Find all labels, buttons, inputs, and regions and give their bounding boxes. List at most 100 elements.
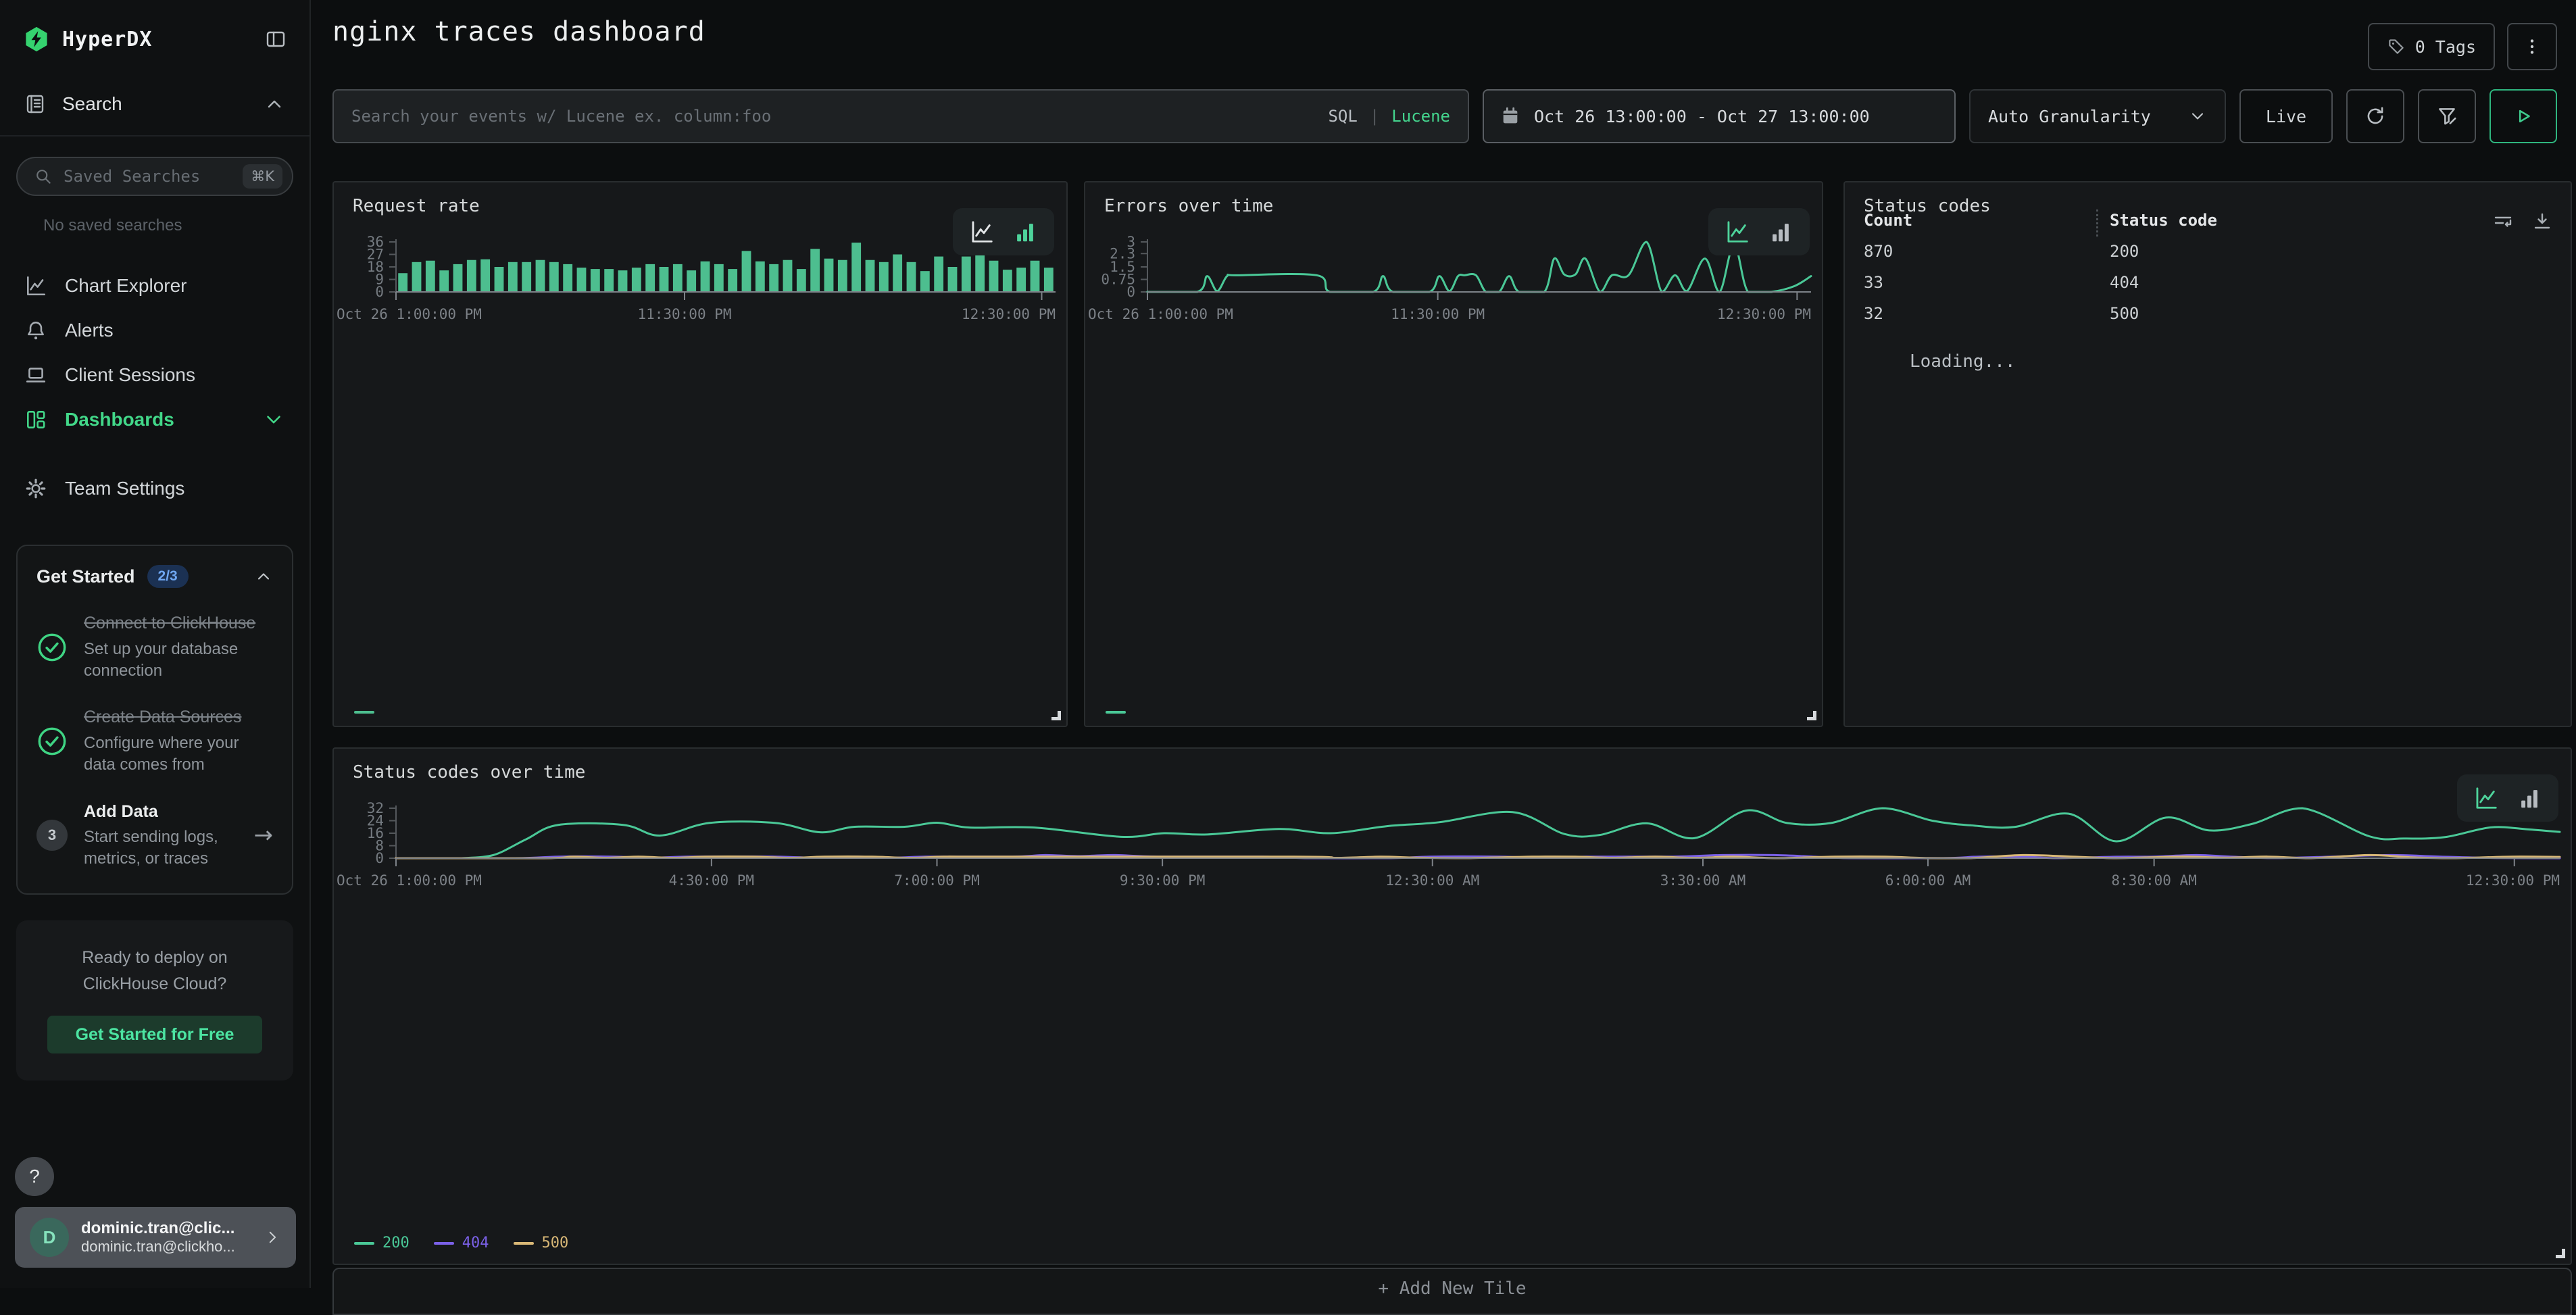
- user-account-button[interactable]: D dominic.tran@clic... dominic.tran@clic…: [15, 1207, 296, 1268]
- sidebar-item-chart-explorer[interactable]: Chart Explorer: [0, 264, 309, 308]
- line-chart-icon[interactable]: [2473, 785, 2499, 811]
- sidebar-collapse-icon[interactable]: [265, 28, 287, 50]
- sidebar-item-search[interactable]: Search: [0, 74, 309, 137]
- column-header-count[interactable]: Count: [1864, 211, 1912, 230]
- panel-resize-handle[interactable]: [1051, 711, 1061, 720]
- arrow-right-icon[interactable]: →: [254, 822, 274, 849]
- column-header-status-code[interactable]: Status code: [2110, 211, 2217, 230]
- time-range-picker[interactable]: Oct 26 13:00:00 - Oct 27 13:00:00: [1483, 89, 1956, 143]
- step-title: Connect to ClickHouse: [84, 614, 255, 632]
- legend-swatch: [434, 1242, 454, 1245]
- sidebar-item-label: Chart Explorer: [65, 275, 187, 297]
- chevron-down-icon: [262, 408, 285, 431]
- user-name: dominic.tran@clic...: [81, 1219, 234, 1237]
- status-code-cell: 500: [2110, 304, 2139, 323]
- filter-button[interactable]: [2418, 89, 2476, 143]
- panel-resize-handle[interactable]: [1807, 711, 1816, 720]
- app-title: HyperDX: [62, 28, 265, 51]
- legend-swatch: [354, 711, 374, 714]
- chart-legend: [1106, 711, 1126, 714]
- lucene-toggle[interactable]: Lucene: [1391, 107, 1450, 126]
- svg-text:3:30:00 AM: 3:30:00 AM: [1660, 872, 1745, 889]
- legend-entry[interactable]: [354, 711, 374, 714]
- legend-entry[interactable]: 200: [354, 1235, 410, 1251]
- event-search-field[interactable]: [351, 107, 1316, 126]
- sidebar-item-client-sessions[interactable]: Client Sessions: [0, 353, 309, 397]
- step-number-badge: 3: [36, 820, 68, 851]
- panel-resize-handle[interactable]: [2556, 1249, 2565, 1258]
- tag-icon: [2387, 37, 2406, 56]
- bar-chart-icon[interactable]: [1012, 219, 1038, 245]
- chart-legend: [354, 711, 374, 714]
- user-email: dominic.tran@clickho...: [81, 1238, 235, 1255]
- sidebar-header: HyperDX: [0, 0, 309, 74]
- legend-label: 500: [542, 1235, 569, 1251]
- hyperdx-logo-icon: [23, 26, 50, 53]
- svg-text:8:30:00 AM: 8:30:00 AM: [2111, 872, 2196, 889]
- step-description: Configure where your data comes from: [84, 733, 273, 776]
- sidebar-item-team-settings[interactable]: Team Settings: [0, 466, 309, 511]
- svg-text:12:30:00 PM: 12:30:00 PM: [2466, 872, 2560, 889]
- saved-searches-input[interactable]: ⌘K: [16, 157, 293, 196]
- request-rate-panel: Request rate 36271890Oct 26 1:00:00 PM11…: [332, 181, 1068, 727]
- bell-icon: [24, 319, 47, 342]
- get-started-step-1: Connect to ClickHouse Set up your databa…: [36, 612, 273, 682]
- event-search-input[interactable]: SQL | Lucene: [332, 89, 1469, 143]
- svg-text:9:30:00 PM: 9:30:00 PM: [1120, 872, 1205, 889]
- line-chart-icon[interactable]: [969, 219, 995, 245]
- live-button[interactable]: Live: [2239, 89, 2333, 143]
- sql-toggle[interactable]: SQL: [1328, 107, 1357, 126]
- get-started-free-button[interactable]: Get Started for Free: [47, 1016, 262, 1053]
- status-codes-over-time-panel: Status codes over time 32241680Oct 26 1:…: [332, 747, 2572, 1265]
- refresh-icon: [2364, 105, 2387, 128]
- chevron-up-icon[interactable]: [264, 93, 285, 115]
- search-section-label: Search: [62, 93, 247, 115]
- laptop-icon: [24, 364, 47, 387]
- svg-text:0: 0: [1126, 284, 1135, 300]
- avatar: D: [30, 1218, 69, 1257]
- dashboard-menu-button[interactable]: [2507, 23, 2557, 70]
- sidebar-item-alerts[interactable]: Alerts: [0, 308, 309, 353]
- search-icon: [34, 167, 53, 186]
- shortcut-badge: ⌘K: [243, 164, 282, 189]
- legend-swatch: [354, 1242, 374, 1245]
- bar-chart-icon[interactable]: [2517, 785, 2542, 811]
- wrap-lines-icon[interactable]: [2492, 211, 2514, 232]
- main-content: nginx traces dashboard 0 Tags SQL | Luce…: [312, 0, 2576, 1288]
- run-query-button[interactable]: [2490, 89, 2557, 143]
- step-title: Create Data Sources: [84, 708, 241, 726]
- svg-text:12:30:00 PM: 12:30:00 PM: [962, 306, 1056, 322]
- step-title: Add Data: [84, 802, 158, 821]
- refresh-button[interactable]: [2346, 89, 2404, 143]
- download-icon[interactable]: [2531, 211, 2553, 232]
- column-resize-handle[interactable]: [2096, 209, 2098, 237]
- chevron-up-icon[interactable]: [254, 567, 273, 586]
- sidebar-item-dashboards[interactable]: Dashboards: [0, 397, 309, 442]
- chevron-down-icon: [2188, 107, 2207, 126]
- chart-legend: 200 404 500: [354, 1235, 568, 1251]
- legend-entry[interactable]: 404: [434, 1235, 489, 1251]
- legend-entry[interactable]: 500: [514, 1235, 569, 1251]
- bar-chart-icon[interactable]: [1768, 219, 1793, 245]
- errors-over-time-panel: Errors over time 32.31.50.750Oct 26 1:00…: [1084, 181, 1823, 727]
- svg-text:12:30:00 PM: 12:30:00 PM: [1717, 306, 1811, 322]
- calendar-icon: [1500, 106, 1520, 126]
- count-cell: 32: [1864, 304, 1883, 323]
- step-description: Start sending logs, metrics, or traces: [84, 826, 238, 870]
- sidebar-item-label: Client Sessions: [65, 364, 195, 386]
- get-started-header[interactable]: Get Started 2/3: [36, 565, 273, 588]
- gear-icon: [24, 477, 47, 500]
- status-code-cell: 200: [2110, 242, 2139, 261]
- no-saved-searches-text: No saved searches: [43, 216, 309, 235]
- legend-entry[interactable]: [1106, 711, 1126, 714]
- query-toolbar: SQL | Lucene Oct 26 13:00:00 - Oct 27 13…: [332, 89, 2557, 143]
- panel-title: Errors over time: [1104, 196, 1273, 216]
- help-button[interactable]: ?: [15, 1157, 54, 1196]
- tags-button[interactable]: 0 Tags: [2368, 23, 2495, 70]
- add-new-tile-button[interactable]: + Add New Tile: [332, 1268, 2572, 1315]
- line-chart-icon[interactable]: [1725, 219, 1750, 245]
- get-started-step-3[interactable]: 3 Add Data Start sending logs, metrics, …: [36, 801, 273, 870]
- saved-searches-field[interactable]: [64, 167, 232, 186]
- legend-label: 404: [462, 1235, 489, 1251]
- granularity-select[interactable]: Auto Granularity: [1969, 89, 2226, 143]
